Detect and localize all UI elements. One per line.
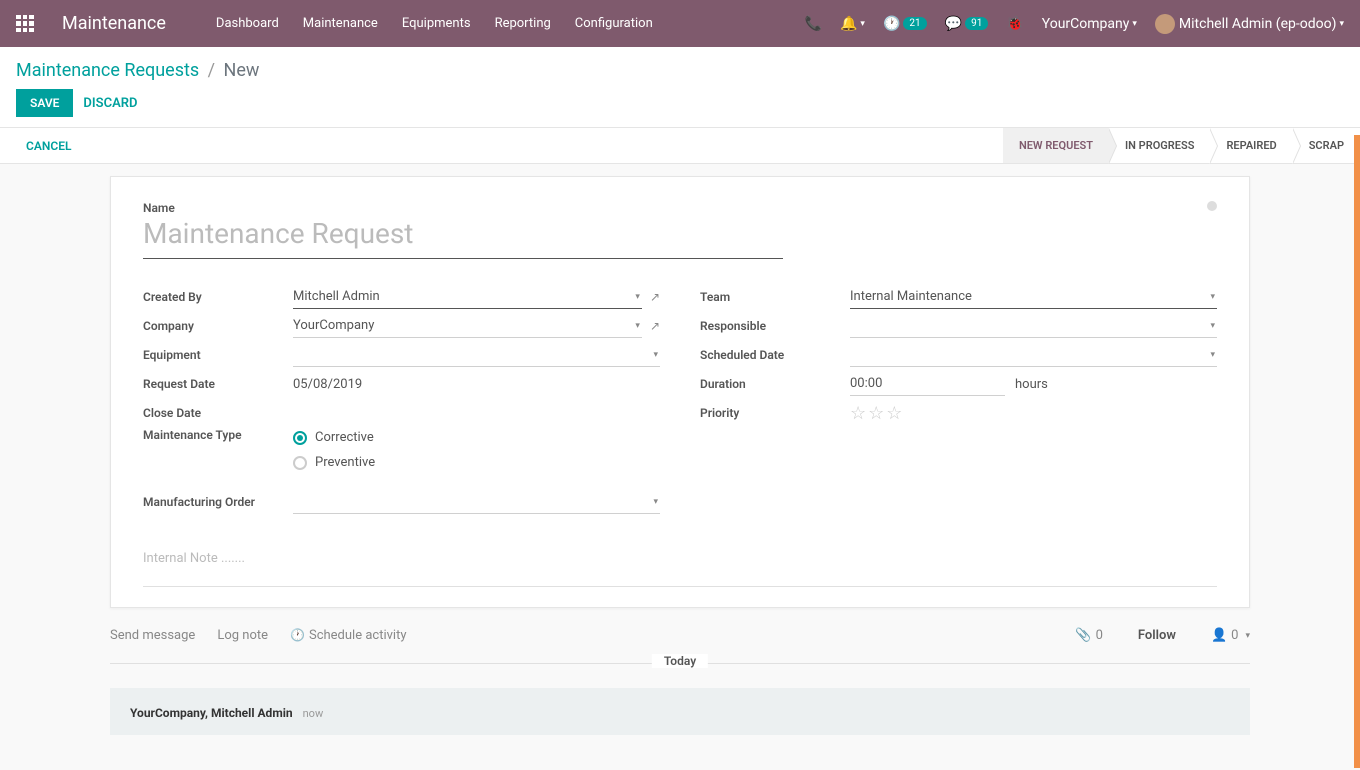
phone-icon[interactable]: 📞: [805, 16, 822, 32]
dropdown-icon[interactable]: ▾: [1210, 292, 1215, 302]
cancel-button[interactable]: CANCEL: [26, 139, 71, 153]
send-message-button[interactable]: Send message: [110, 628, 195, 643]
avatar: [1155, 14, 1175, 34]
label-manufacturing-order: Manufacturing Order: [143, 495, 293, 509]
nav-maintenance[interactable]: Maintenance: [303, 16, 378, 31]
status-bar: CANCEL NEW REQUEST IN PROGRESS REPAIRED …: [0, 127, 1360, 164]
label-company: Company: [143, 319, 293, 333]
dropdown-icon[interactable]: ▾: [635, 321, 640, 331]
today-label: Today: [652, 654, 708, 668]
breadcrumb: Maintenance Requests / New: [16, 60, 1344, 81]
external-link-icon[interactable]: ↗: [650, 290, 660, 304]
chevron-down-icon: ▾: [1245, 631, 1250, 641]
radio-corrective[interactable]: [293, 431, 307, 445]
person-icon: 👤: [1211, 628, 1227, 643]
chatter: Send message Log note 🕐 Schedule activity…: [110, 618, 1250, 735]
priority-star-1[interactable]: ☆: [850, 403, 866, 424]
status-in-progress[interactable]: IN PROGRESS: [1109, 128, 1210, 163]
input-duration[interactable]: [850, 372, 1005, 396]
label-request-date: Request Date: [143, 377, 293, 391]
messages-badge: 91: [965, 17, 988, 30]
internal-note-placeholder: Internal Note .......: [143, 551, 245, 566]
module-title[interactable]: Maintenance: [62, 13, 166, 34]
input-manufacturing-order[interactable]: [293, 490, 660, 514]
apps-icon[interactable]: [16, 15, 34, 33]
label-created-by: Created By: [143, 290, 293, 304]
external-link-icon[interactable]: ↗: [650, 319, 660, 333]
clock-icon: 🕐: [290, 628, 305, 642]
nav-equipments[interactable]: Equipments: [402, 16, 471, 31]
status-steps: NEW REQUEST IN PROGRESS REPAIRED SCRAP: [1003, 128, 1360, 163]
breadcrumb-current: New: [224, 60, 260, 81]
dropdown-icon[interactable]: ▾: [1210, 350, 1215, 360]
paperclip-icon: 📎: [1075, 628, 1091, 643]
discard-button[interactable]: DISCARD: [83, 96, 137, 111]
label-responsible: Responsible: [700, 319, 850, 333]
input-scheduled-date[interactable]: [850, 343, 1217, 367]
label-close-date: Close Date: [143, 406, 293, 420]
name-label: Name: [143, 201, 1217, 215]
radio-preventive[interactable]: [293, 456, 307, 470]
internal-note[interactable]: Internal Note .......: [143, 547, 1217, 587]
input-created-by[interactable]: [293, 285, 642, 309]
breadcrumb-parent[interactable]: Maintenance Requests: [16, 60, 199, 81]
user-name: Mitchell Admin (ep-odoo): [1179, 16, 1337, 32]
navbar: Maintenance Dashboard Maintenance Equipm…: [0, 0, 1360, 47]
input-equipment[interactable]: [293, 343, 660, 367]
breadcrumb-sep: /: [208, 60, 215, 81]
input-responsible[interactable]: [850, 314, 1217, 338]
dropdown-icon[interactable]: ▾: [653, 350, 658, 360]
bug-icon[interactable]: 🐞: [1006, 16, 1023, 32]
edit-indicator-bar: [1354, 135, 1360, 768]
nav-dashboard[interactable]: Dashboard: [216, 16, 279, 31]
nav-reporting[interactable]: Reporting: [495, 16, 551, 31]
hours-suffix: hours: [1015, 377, 1048, 392]
form-sheet: Name Created By ▾ ↗ Company: [110, 176, 1250, 608]
log-note-button[interactable]: Log note: [217, 628, 268, 643]
label-duration: Duration: [700, 377, 850, 391]
messages-icon[interactable]: 💬91: [945, 16, 989, 32]
status-scrap[interactable]: SCRAP: [1293, 128, 1360, 163]
activity-icon[interactable]: 🕐21: [883, 16, 927, 32]
status-repaired[interactable]: REPAIRED: [1210, 128, 1292, 163]
company-switcher[interactable]: YourCompany▾: [1042, 16, 1137, 32]
status-new-request[interactable]: NEW REQUEST: [1003, 128, 1109, 163]
label-equipment: Equipment: [143, 348, 293, 362]
priority-star-3[interactable]: ☆: [886, 403, 902, 424]
schedule-activity-label: Schedule activity: [309, 628, 407, 643]
message-time: now: [303, 707, 324, 720]
input-team[interactable]: [850, 285, 1217, 309]
label-scheduled-date: Scheduled Date: [700, 348, 850, 362]
label-maintenance-type: Maintenance Type: [143, 428, 293, 442]
nav-menu: Dashboard Maintenance Equipments Reporti…: [216, 16, 805, 31]
save-button[interactable]: SAVE: [16, 89, 73, 117]
control-row: Maintenance Requests / New SAVE DISCARD: [0, 47, 1360, 127]
nav-configuration[interactable]: Configuration: [575, 16, 653, 31]
user-menu[interactable]: Mitchell Admin (ep-odoo)▾: [1155, 14, 1344, 34]
activity-badge: 21: [903, 17, 926, 30]
follow-button[interactable]: Follow: [1138, 628, 1176, 643]
nav-right: 📞 🔔▾ 🕐21 💬91 🐞 YourCompany▾ Mitchell Adm…: [805, 14, 1344, 34]
label-team: Team: [700, 290, 850, 304]
name-input[interactable]: [143, 217, 783, 259]
dropdown-icon[interactable]: ▾: [653, 497, 658, 507]
radio-corrective-label: Corrective: [315, 430, 374, 445]
priority-star-2[interactable]: ☆: [868, 403, 884, 424]
message-block: YourCompany, Mitchell Admin now: [110, 688, 1250, 735]
schedule-activity-button[interactable]: 🕐 Schedule activity: [290, 628, 406, 643]
radio-preventive-label: Preventive: [315, 455, 375, 470]
dropdown-icon[interactable]: ▾: [1210, 321, 1215, 331]
message-author: YourCompany, Mitchell Admin: [130, 706, 293, 720]
input-company[interactable]: [293, 314, 642, 338]
value-request-date: 05/08/2019: [293, 373, 362, 396]
kanban-state-dot[interactable]: [1207, 201, 1217, 211]
label-priority: Priority: [700, 406, 850, 420]
company-name: YourCompany: [1042, 16, 1130, 32]
dropdown-icon[interactable]: ▾: [635, 292, 640, 302]
follower-count[interactable]: 👤0▾: [1211, 628, 1250, 643]
attachment-count[interactable]: 📎0: [1075, 628, 1103, 643]
bell-icon[interactable]: 🔔▾: [840, 16, 865, 32]
